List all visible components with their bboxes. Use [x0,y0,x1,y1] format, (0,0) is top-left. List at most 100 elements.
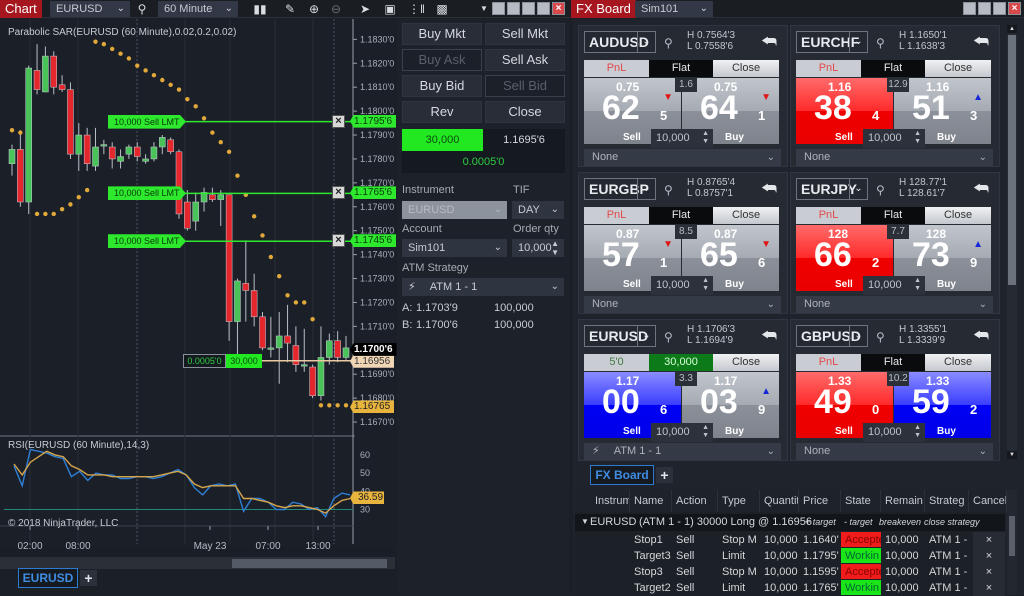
column-header-state[interactable]: State [841,490,881,512]
column-header-remain[interactable]: Remain [881,490,925,512]
order-label[interactable]: 10,000 Sell LMT [108,234,186,249]
search-icon[interactable]: ⚲ [664,183,673,197]
quantity-stepper[interactable]: 10,000 ▲ ▼ [863,129,925,148]
zoom-in-icon[interactable]: ⊕ [306,1,322,17]
buy-bid-button[interactable]: Buy Bid [402,75,482,97]
scroll-thumb[interactable] [1008,35,1016,285]
chevron-down-icon[interactable]: ⌄ [637,325,656,347]
close-button[interactable]: × [552,2,565,15]
fx-account-selector[interactable]: Sim101 ⌄ [635,1,713,17]
swap-icon[interactable]: ⮪ [973,326,989,346]
data-box-icon[interactable]: ▣ [382,1,398,17]
atm-strategy-select[interactable]: None ⌄ [584,296,781,313]
stepper-icon[interactable]: ▲ ▼ [551,239,559,257]
swap-icon[interactable]: ⮪ [973,32,989,52]
atm-strategy-select[interactable]: None ⌄ [796,296,993,313]
grid-scroll-thumb[interactable] [1009,516,1015,556]
pointer-icon[interactable]: ➤ [357,1,373,17]
grid-scrollbar[interactable] [1007,490,1017,595]
tab-fx-board[interactable]: FX Board [590,465,654,485]
chevron-down-icon[interactable]: ⌄ [637,178,656,200]
close-button[interactable]: Close [925,354,991,371]
dropdown-icon[interactable]: ▼ [476,1,492,17]
order-qty-input[interactable]: 10,000 ▲ ▼ [512,239,564,257]
quantity-stepper[interactable]: 10,000 ▲ ▼ [651,276,713,295]
stepper-icon[interactable]: ▲ ▼ [702,424,709,440]
order-row[interactable]: Stop3 Sell Stop M 10,000 1.1595' Accepte 10,00… [575,564,1005,580]
breakeven-link[interactable]: breakeven [875,514,921,530]
position-qty-label[interactable]: 30,000 [226,353,262,368]
search-icon[interactable]: ⚲ [664,36,673,50]
stepper-icon[interactable]: ▲ ▼ [914,277,921,293]
swap-icon[interactable]: ⮪ [973,179,989,199]
pencil-icon[interactable]: ✎ [282,1,298,17]
fx-maximize-button[interactable] [993,2,1006,15]
swap-icon[interactable]: ⮪ [761,179,777,199]
column-header-price[interactable]: Price [799,490,841,512]
close-button[interactable]: Close [925,207,991,224]
search-icon[interactable]: ⚲ [134,1,150,17]
fx-scrollbar[interactable]: ▲ ▼ [1007,25,1017,459]
order-cancel[interactable]: × [973,532,1005,548]
quantity-stepper[interactable]: 10,000 ▲ ▼ [863,276,925,295]
close-button[interactable]: Close [713,354,779,371]
cancel-order-icon[interactable]: × [332,234,345,248]
pnl-toggle[interactable]: PnL [796,60,861,77]
interval-selector[interactable]: 60 Minute ⌄ [158,1,238,17]
strategies-icon[interactable]: ▩ [434,1,450,17]
pnl-toggle[interactable]: PnL [796,354,861,371]
column-header-name[interactable]: Name [630,490,672,512]
fx-minimize-button[interactable] [978,2,991,15]
search-icon[interactable]: ⚲ [876,183,885,197]
add-fx-tab-button[interactable]: + [656,467,673,483]
scroll-up-arrow[interactable]: ▲ [1007,25,1017,33]
sell-market-button[interactable]: Sell Mkt [485,23,565,45]
search-icon[interactable]: ⚲ [664,330,673,344]
strategy-group-row[interactable]: ▼ EURUSD (ATM 1 - 1) 30000 Long @ 1.1695… [575,514,1005,531]
buy-market-button[interactable]: Buy Mkt [402,23,482,45]
remove-target-link[interactable]: - target [840,514,873,530]
order-label[interactable]: 10,000 Sell LMT [108,186,186,201]
close-strategy-link[interactable]: close strategy [920,514,980,530]
stepper-icon[interactable]: ▲ ▼ [702,130,709,146]
chart-canvas[interactable]: 1.1830'0 1.1820'0 1.1810'0 1.1800'0 1.1790'0… [0,19,395,569]
pnl-toggle[interactable]: PnL [584,60,649,77]
instrument-select[interactable]: EURUSD ⌄ [402,201,507,219]
stepper-icon[interactable]: ▲ ▼ [914,130,921,146]
indicators-icon[interactable]: ⋮‖ [408,1,425,17]
price-chart[interactable]: 1.1830'0 1.1820'0 1.1810'0 1.1800'0 1.1790'0… [0,19,397,569]
chevron-down-icon[interactable]: ⌄ [849,325,868,347]
minimize-button[interactable] [522,2,535,15]
column-header-action[interactable]: Action [672,490,718,512]
sell-ask-button[interactable]: Sell Ask [485,49,565,71]
column-header-type[interactable]: Type [718,490,760,512]
column-header-strateg[interactable]: Strateg [925,490,969,512]
account-select[interactable]: Sim101 ⌄ [402,239,507,257]
stepper-icon[interactable]: ▲ ▼ [702,277,709,293]
column-header-cancel[interactable]: Cancel [969,490,1007,512]
search-icon[interactable]: ⚲ [876,36,885,50]
pnl-toggle[interactable]: PnL [584,207,649,224]
order-label[interactable]: 10,000 Sell LMT [108,114,186,129]
close-button[interactable]: Close [713,207,779,224]
fx-close-button[interactable]: × [1008,2,1021,15]
swap-icon[interactable]: ⮪ [761,32,777,52]
close-button[interactable]: Close [713,60,779,77]
close-position-button[interactable]: Close [485,101,565,123]
quantity-stepper[interactable]: 10,000 ▲ ▼ [863,423,925,442]
tif-select[interactable]: DAY ⌄ [512,201,564,219]
quantity-stepper[interactable]: 10,000 ▲ ▼ [651,129,713,148]
bar-style-icon[interactable]: ▮▮ [252,1,268,17]
atm-strategy-select[interactable]: None ⌄ [796,443,993,460]
sell-bid-button[interactable]: Sell Bid [485,75,565,97]
fx-tile-button[interactable] [963,2,976,15]
atm-strategy-select[interactable]: ⚡︎ ATM 1 - 1 ⌄ [402,278,564,296]
atm-strategy-select[interactable]: None ⌄ [584,149,781,166]
order-row[interactable]: Stop1 Sell Stop M 10,000 1.1640' Accepte 10,00… [575,532,1005,548]
order-row[interactable]: Target3 Sell Limit 10,000 1.1795' Workin 10,00… [575,548,1005,564]
order-cancel[interactable]: × [973,548,1005,564]
column-header-instrum[interactable]: Instrum [575,490,630,512]
swap-icon[interactable]: ⮪ [761,326,777,346]
stepper-icon[interactable]: ▲ ▼ [914,424,921,440]
chevron-down-icon[interactable]: ⌄ [849,31,868,53]
